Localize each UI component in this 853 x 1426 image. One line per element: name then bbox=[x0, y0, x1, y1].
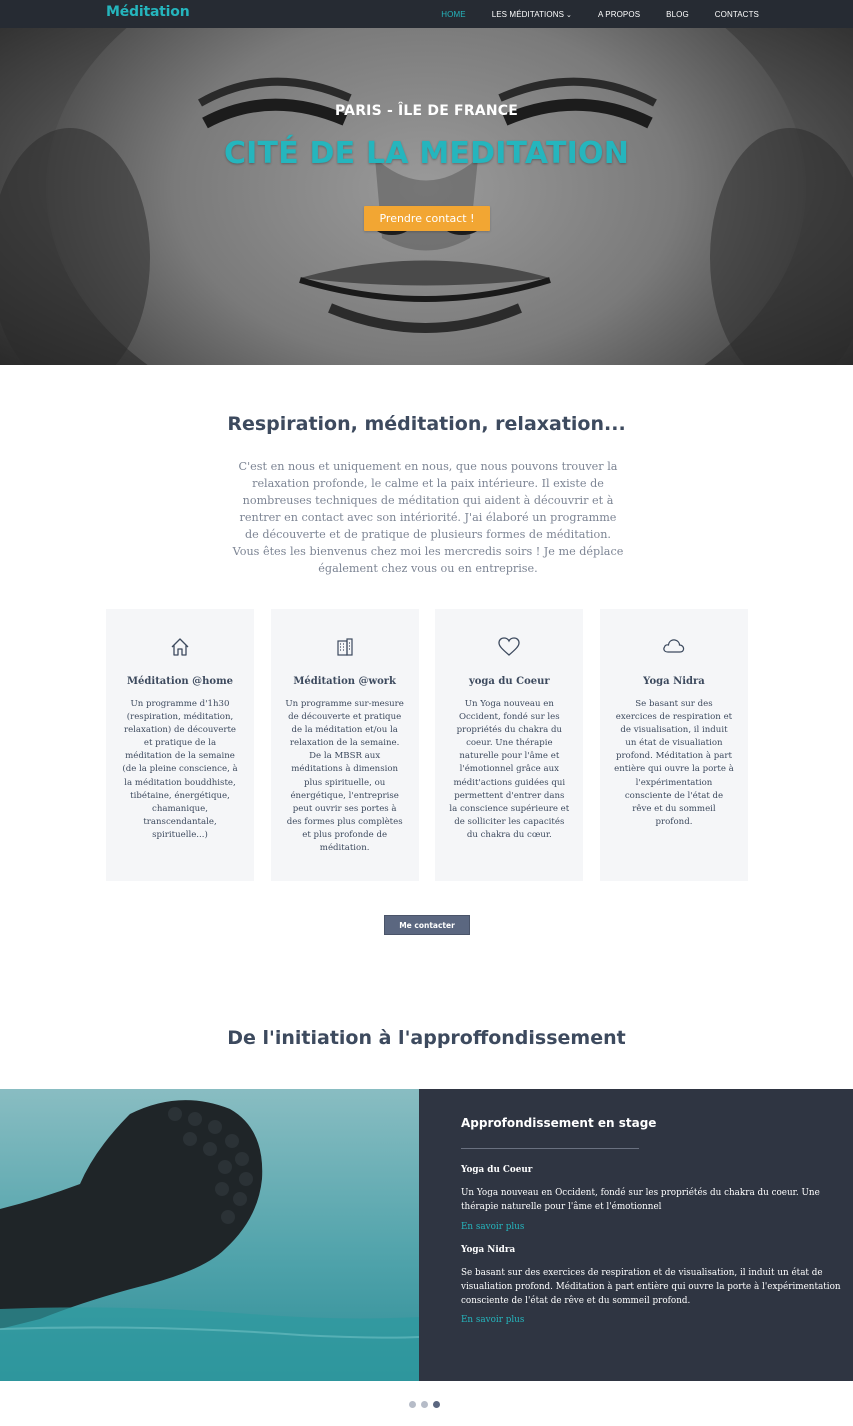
nav-item-a-propos[interactable]: A PROPOS bbox=[598, 10, 640, 19]
carousel-indicators bbox=[409, 1401, 445, 1408]
nav-item-contacts[interactable]: CONTACTS bbox=[715, 10, 759, 19]
card-meditation-home: Méditation @home Un programme d'1h30 (re… bbox=[106, 609, 254, 881]
section2-title: De l'initiation à l'approffondissement bbox=[227, 1027, 626, 1049]
main-nav: HOME LES MÉDITATIONS ⌄ A PROPOS BLOG CONT… bbox=[415, 0, 759, 28]
nav-item-home[interactable]: HOME bbox=[441, 10, 465, 19]
prendre-contact-button[interactable]: Prendre contact ! bbox=[364, 206, 490, 231]
panel-item-text: Un Yoga nouveau en Occident, fondé sur l… bbox=[461, 1188, 820, 1212]
panel-title: Approfondissement en stage bbox=[461, 1116, 657, 1130]
en-savoir-plus-link[interactable]: En savoir plus bbox=[461, 1315, 524, 1325]
brand-logo[interactable]: Méditation bbox=[106, 4, 190, 20]
navbar: Méditation HOME LES MÉDITATIONS ⌄ A PROPO… bbox=[0, 0, 853, 28]
intro-text: C'est en nous et uniquement en nous, que… bbox=[232, 460, 624, 575]
card-title: Méditation @work bbox=[293, 676, 396, 687]
nav-item-les-meditations[interactable]: LES MÉDITATIONS ⌄ bbox=[492, 10, 572, 19]
card-text: Un programme sur-mesure de découverte et… bbox=[285, 699, 404, 854]
card-meditation-work: Méditation @work Un programme sur-mesure… bbox=[270, 609, 419, 881]
nav-item-label: LES MÉDITATIONS bbox=[491, 9, 565, 19]
chevron-down-icon: ⌄ bbox=[566, 11, 572, 19]
panel-item-title: Yoga Nidra bbox=[461, 1245, 516, 1255]
services-cards: Méditation @home Un programme d'1h30 (re… bbox=[106, 609, 748, 881]
heart-icon bbox=[435, 637, 583, 659]
carousel-dot-active[interactable] bbox=[433, 1401, 440, 1408]
panel-divider bbox=[461, 1148, 639, 1149]
intro-title: Respiration, méditation, relaxation... bbox=[227, 413, 626, 435]
panel-item-text: Se basant sur des exercices de respirati… bbox=[461, 1268, 841, 1306]
stages-panel: Approfondissement en stage Yoga du Coeur… bbox=[419, 1089, 853, 1381]
card-title: Yoga Nidra bbox=[643, 676, 705, 687]
buddha-water-image bbox=[0, 1089, 419, 1381]
panel-item-title: Yoga du Coeur bbox=[461, 1165, 533, 1175]
building-icon bbox=[271, 637, 419, 659]
card-title: Méditation @home bbox=[126, 676, 234, 687]
hero-banner: PARIS - ÎLE DE FRANCE CITÉ DE LA MEDITAT… bbox=[0, 28, 853, 365]
carousel-dot[interactable] bbox=[409, 1401, 416, 1408]
nav-item-blog[interactable]: BLOG bbox=[666, 10, 689, 19]
hero-subtitle: PARIS - ÎLE DE FRANCE bbox=[334, 103, 518, 119]
card-yoga-nidra: Yoga Nidra Se basant sur des exercices d… bbox=[599, 609, 748, 881]
me-contacter-button[interactable]: Me contacter bbox=[384, 915, 470, 935]
carousel-dot[interactable] bbox=[421, 1401, 428, 1408]
card-text: Se basant sur des exercices de respirati… bbox=[614, 699, 734, 827]
card-text: Un programme d'1h30 (respiration, médita… bbox=[122, 699, 238, 840]
en-savoir-plus-link[interactable]: En savoir plus bbox=[461, 1222, 524, 1232]
card-yoga-du-coeur: yoga du Coeur Un Yoga nouveau en Occiden… bbox=[435, 609, 584, 881]
cloud-icon bbox=[600, 637, 748, 659]
card-text: Un Yoga nouveau en Occident, fondé sur l… bbox=[449, 699, 570, 840]
buddha-face-image bbox=[0, 28, 853, 365]
hero-title: CITÉ DE LA MEDITATION bbox=[223, 136, 630, 171]
home-icon bbox=[106, 637, 254, 659]
card-title: yoga du Coeur bbox=[468, 676, 550, 687]
